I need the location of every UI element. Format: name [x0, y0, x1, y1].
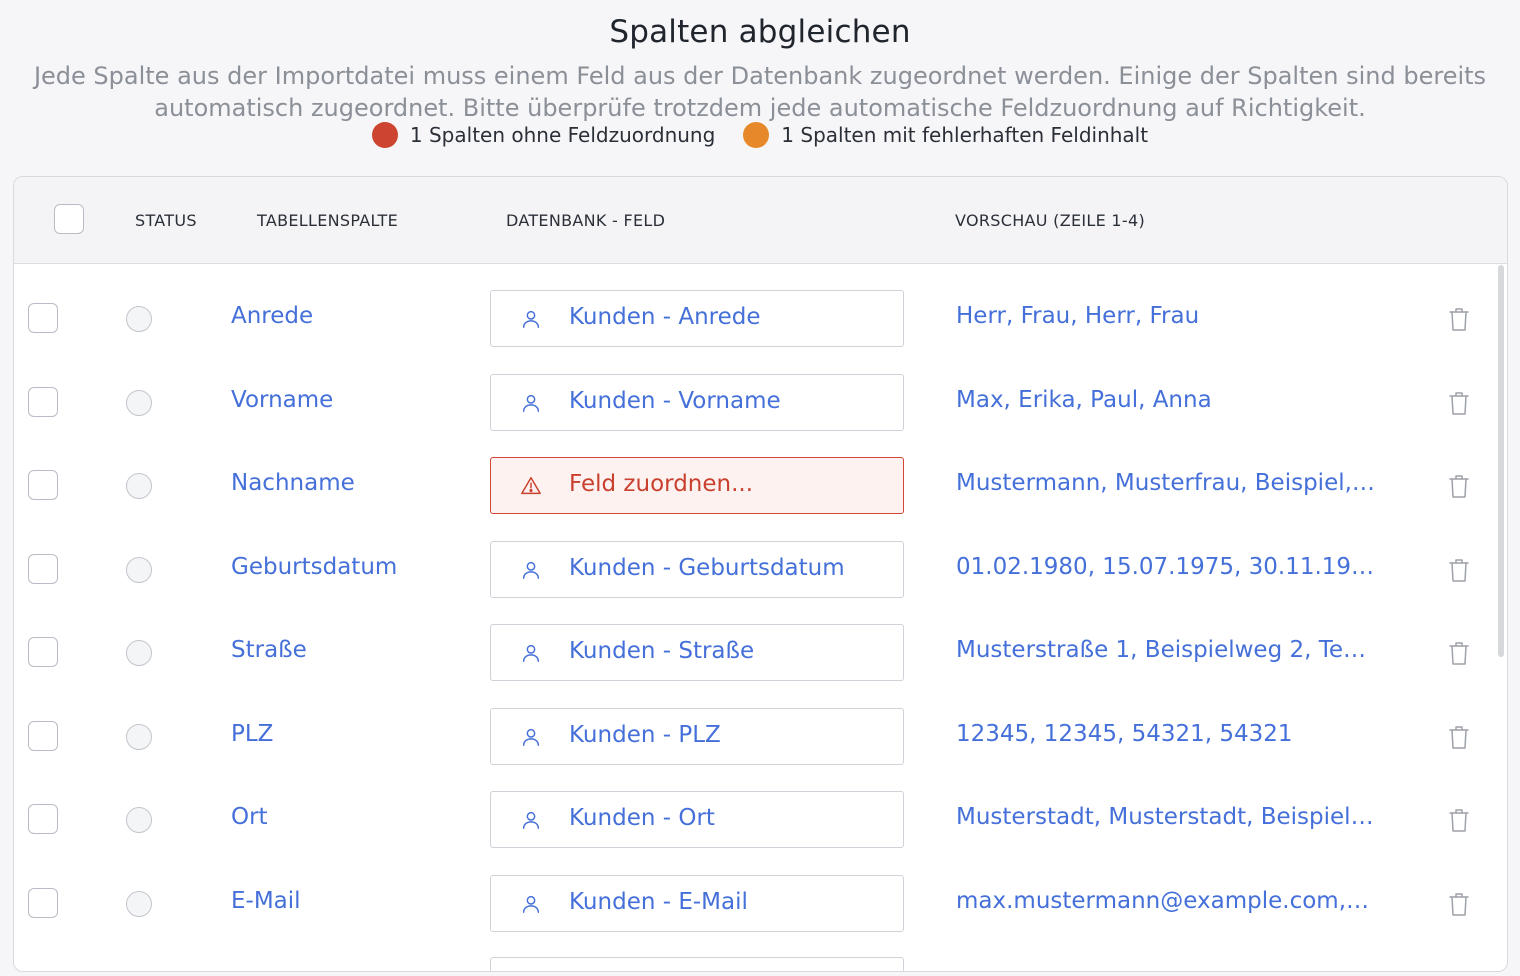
preview-values: Musterstraße 1, Beispielweg 2, Testall..… — [956, 637, 1376, 663]
trash-icon[interactable] — [1448, 306, 1470, 332]
table-row: E-Mail Kunden - E-Mail max.mustermann@exam… — [14, 862, 1507, 946]
field-select[interactable]: Kunden - Geburtsdatum — [490, 540, 904, 598]
source-column-name: Anrede — [231, 303, 314, 329]
trash-icon[interactable] — [1448, 557, 1470, 583]
legend-unmapped: 1 Spalten ohne Feldzuordnung — [371, 122, 716, 148]
field-select-value: Kunden - Ort — [569, 805, 715, 831]
row-checkbox[interactable] — [28, 804, 58, 834]
page-description: Jede Spalte aus der Importdatei muss ein… — [33, 62, 1487, 122]
source-column-name: Vorname — [231, 386, 334, 413]
status-legend: 1 Spalten ohne Feldzuordnung 1 Spalten m… — [0, 122, 1520, 148]
status-indicator-icon — [126, 807, 152, 833]
trash-icon[interactable] — [1448, 891, 1470, 917]
legend-faulty-label: 1 Spalten mit fehlerhaften Feldinhalt — [781, 123, 1149, 147]
source-column-name: E-Mail — [231, 887, 301, 914]
field-select[interactable]: Kunden - Vorname — [490, 373, 904, 431]
preview-values: 01.02.1980, 15.07.1975, 30.11.1968, 05.0… — [956, 553, 1376, 580]
user-icon — [520, 893, 542, 915]
preview-values: Herr, Frau, Herr, Frau — [956, 303, 1200, 329]
row-checkbox[interactable] — [28, 386, 58, 417]
trash-icon[interactable] — [1448, 473, 1470, 499]
user-icon — [520, 642, 542, 664]
preview-values: Mustermann, Musterfrau, Beispiel, Pr... — [956, 470, 1376, 496]
column-header-vorschau[interactable]: VORSCHAU (ZEILE 1-4) — [955, 211, 1145, 230]
field-select[interactable]: Kunden - PLZ — [490, 707, 904, 765]
field-select-value: Kunden - Geburtsdatum — [569, 554, 845, 581]
table-row: PLZ Kunden - PLZ 12345, 12345, 54321, 5432… — [14, 695, 1507, 779]
table-row: Nachname Feld zuordnen... Mustermann, Must… — [14, 444, 1507, 528]
orange-status-dot-icon — [743, 122, 770, 148]
select-all-checkbox[interactable] — [54, 204, 84, 234]
row-checkbox[interactable] — [28, 720, 58, 751]
source-column-name: Nachname — [231, 470, 355, 496]
field-select-value: Kunden - PLZ — [569, 721, 721, 748]
column-header-datenbank-feld[interactable]: DATENBANK - FELD — [506, 211, 665, 230]
field-select-value: Kunden - E-Mail — [569, 888, 748, 915]
preview-values: Max, Erika, Paul, Anna — [956, 386, 1212, 413]
user-icon — [520, 726, 542, 748]
table-row: Straße Kunden - Straße Musterstraße 1, Bei… — [14, 611, 1507, 695]
table-row: Anrede Kunden - Anrede Herr, Frau, Herr, F… — [14, 277, 1507, 361]
red-status-dot-icon — [371, 122, 398, 148]
source-column-name: PLZ — [231, 720, 274, 747]
row-checkbox[interactable] — [28, 303, 58, 333]
field-select[interactable]: Kunden - E-Mail — [490, 874, 904, 932]
user-icon — [520, 809, 542, 831]
status-indicator-icon — [126, 473, 152, 499]
field-select[interactable]: Feld zuordnen... — [490, 457, 904, 514]
field-select-value: Kunden - Vorname — [569, 387, 781, 414]
preview-values: 12345, 12345, 54321, 54321 — [956, 720, 1293, 747]
table-row: Geburtsdatum Kunden - Geburtsdatum 01.02.1… — [14, 528, 1507, 612]
status-indicator-icon — [126, 389, 152, 416]
source-column-name: Straße — [231, 637, 307, 663]
vertical-scrollbar[interactable] — [1498, 265, 1504, 657]
trash-icon[interactable] — [1448, 390, 1470, 416]
legend-unmapped-label: 1 Spalten ohne Feldzuordnung — [409, 123, 716, 147]
field-select-value: Kunden - Anrede — [569, 304, 761, 330]
field-select-value: Kunden - Straße — [569, 638, 755, 664]
row-checkbox[interactable] — [28, 887, 58, 918]
status-indicator-icon — [126, 306, 152, 332]
field-select-value: Feld zuordnen... — [569, 471, 754, 497]
table-row: Ort Kunden - Ort Musterstadt, Musterstadt,… — [14, 778, 1507, 862]
table-header: STATUS TABELLENSPALTE DATENBANK - FELD V… — [14, 177, 1507, 264]
field-select-partial[interactable] — [490, 957, 904, 971]
status-indicator-icon — [126, 640, 152, 666]
field-select[interactable]: Kunden - Anrede — [490, 290, 904, 347]
user-icon — [520, 308, 542, 330]
field-select[interactable]: Kunden - Straße — [490, 624, 904, 681]
status-indicator-icon — [126, 723, 152, 750]
preview-values: Musterstadt, Musterstadt, Beispielsta... — [956, 804, 1376, 830]
row-checkbox[interactable] — [28, 553, 58, 584]
status-indicator-icon — [126, 890, 152, 917]
user-icon — [520, 559, 542, 581]
row-checkbox[interactable] — [28, 637, 58, 667]
warning-icon — [520, 475, 542, 497]
user-icon — [520, 392, 542, 414]
table-row: Vorname Kunden - Vorname Max, Erika, Paul,… — [14, 361, 1507, 445]
legend-faulty: 1 Spalten mit fehlerhaften Feldinhalt — [743, 122, 1148, 148]
status-indicator-icon — [126, 556, 152, 583]
source-column-name: Ort — [231, 804, 268, 830]
page-title: Spalten abgleichen — [609, 14, 911, 50]
trash-icon[interactable] — [1448, 807, 1470, 833]
trash-icon[interactable] — [1448, 640, 1470, 666]
mapping-table: STATUS TABELLENSPALTE DATENBANK - FELD V… — [13, 176, 1508, 972]
column-header-tabellenspalte[interactable]: TABELLENSPALTE — [257, 211, 398, 230]
preview-values: max.mustermann@example.com, erik... — [956, 887, 1376, 914]
field-select[interactable]: Kunden - Ort — [490, 791, 904, 848]
source-column-name: Geburtsdatum — [231, 553, 398, 580]
row-checkbox[interactable] — [28, 470, 58, 500]
trash-icon[interactable] — [1448, 724, 1470, 750]
column-header-status[interactable]: STATUS — [135, 211, 197, 230]
